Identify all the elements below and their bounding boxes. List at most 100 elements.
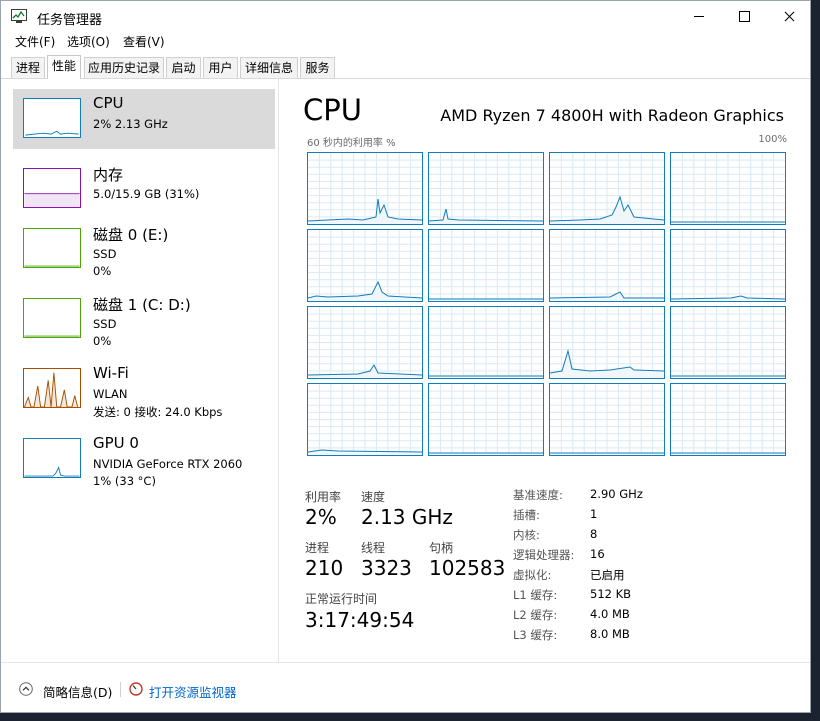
logical-processor-graph [670,229,786,302]
sidebar-detail: 1% (33 °C) [93,474,156,488]
spec-value: 2.90 GHz [590,487,643,501]
gpu-thumbnail-graph [23,438,81,478]
spec-value: 4.0 MB [590,607,630,621]
spec-value: 1 [590,507,598,521]
menu-file[interactable]: 文件(F) [15,33,55,51]
fewer-details-link[interactable]: 简略信息(D) [43,682,112,701]
logical-processor-graph [428,383,544,456]
tab-users[interactable]: 用户 [203,57,238,78]
task-manager-icon [11,9,27,23]
spec-value: 8 [590,527,598,541]
logical-processor-graph [549,152,665,225]
sidebar-item-cpu[interactable]: CPU 2% 2.13 GHz [13,89,275,149]
sidebar-title: Wi-Fi [93,364,129,382]
spec-value: 8.0 MB [590,627,630,641]
cpu-thumbnail-graph [23,98,81,138]
sidebar-item-disk-0[interactable]: 磁盘 0 (E:) SSD 0% [13,219,275,279]
tab-services[interactable]: 服务 [300,57,335,78]
graph-label: 60 秒内的利用率 % [307,138,396,149]
sidebar-title: CPU [93,94,124,112]
spec-value: 512 KB [590,587,632,601]
sidebar-item-memory[interactable]: 内存 5.0/15.9 GB (31%) [13,159,275,219]
wifi-thumbnail-graph [23,368,81,408]
uptime-value: 3:17:49:54 [305,608,415,632]
logical-processor-graph [428,306,544,379]
menu-view[interactable]: 查看(V) [123,33,165,51]
page-title: CPU [303,93,362,127]
spec-value: 16 [590,547,605,561]
sidebar-detail: 0% [93,334,112,348]
logical-processor-graph [428,152,544,225]
spec-label: 基准速度: [513,488,563,502]
logical-processor-graph [549,229,665,302]
logical-processor-graph [307,383,423,456]
logical-processor-graph [670,152,786,225]
processes-label: 进程 [305,541,330,555]
logical-processor-graph [428,229,544,302]
chevron-up-icon[interactable] [19,682,33,696]
sidebar-detail: 发送: 0 接收: 24.0 Kbps [93,405,223,419]
spec-label: 虚拟化: [513,568,552,582]
minimize-button[interactable] [677,1,721,33]
logical-processor-graph [307,152,423,225]
logical-processor-graph [549,306,665,379]
sidebar-detail: WLAN [93,387,128,401]
sidebar-detail: 5.0/15.9 GB (31%) [93,187,200,201]
handles-label: 句柄 [429,541,454,555]
sidebar-item-gpu[interactable]: GPU 0 NVIDIA GeForce RTX 2060 1% (33 °C) [13,429,275,489]
footer-bar: 简略信息(D) 打开资源监视器 [1,662,810,712]
spec-label: 内核: [513,528,540,542]
tab-details[interactable]: 详细信息 [240,57,298,78]
task-manager-window: 任务管理器 文件(F) 选项(O) 查看(V) 进程 性能 应用历史记录 启动 … [0,0,811,713]
tab-bar: 进程 性能 应用历史记录 启动 用户 详细信息 服务 [1,55,810,79]
sidebar-item-disk-1[interactable]: 磁盘 1 (C: D:) SSD 0% [13,289,275,349]
spec-label: 逻辑处理器: [513,548,575,562]
spec-value: 已启用 [590,568,625,582]
logical-processor-graph [670,306,786,379]
sidebar-detail: 0% [93,264,112,278]
memory-thumbnail-graph [23,168,81,208]
sidebar-title: 内存 [93,166,124,184]
threads-value: 3323 [361,556,412,580]
tab-startup[interactable]: 启动 [166,57,201,78]
uptime-label: 正常运行时间 [305,592,378,606]
disk-1-thumbnail-graph [23,298,81,338]
spec-label: L1 缓存: [513,588,558,602]
spec-label: 插槽: [513,508,540,522]
sidebar-title: GPU 0 [93,434,139,452]
logical-processor-graph [307,229,423,302]
title-bar[interactable]: 任务管理器 [1,1,810,33]
menu-options[interactable]: 选项(O) [67,33,110,51]
graph-max-label: 100% [758,134,787,145]
spec-label: L3 缓存: [513,628,558,642]
footer-separator [120,682,121,697]
spec-label: L2 缓存: [513,608,558,622]
handles-value: 102583 [429,556,506,580]
open-resource-monitor-link[interactable]: 打开资源监视器 [149,682,237,701]
window-title: 任务管理器 [37,13,103,28]
speed-label: 速度 [361,490,386,504]
cpu-detail-panel: CPU AMD Ryzen 7 4800H with Radeon Graphi… [279,81,810,662]
cpu-model-name: AMD Ryzen 7 4800H with Radeon Graphics [440,106,784,125]
logical-processor-graph [670,383,786,456]
sidebar-item-wifi[interactable]: Wi-Fi WLAN 发送: 0 接收: 24.0 Kbps [13,359,275,419]
menu-bar: 文件(F) 选项(O) 查看(V) [1,33,810,53]
logical-processor-graph [307,306,423,379]
tab-performance[interactable]: 性能 [47,55,81,79]
disk-0-thumbnail-graph [23,228,81,268]
resource-monitor-icon[interactable] [129,682,143,696]
sidebar-detail: SSD [93,247,117,261]
utilization-label: 利用率 [305,490,342,504]
sidebar-detail: NVIDIA GeForce RTX 2060 [93,457,243,471]
speed-value: 2.13 GHz [361,505,453,529]
utilization-value: 2% [305,505,337,529]
sidebar-detail: 2% 2.13 GHz [93,117,168,131]
tab-app-history[interactable]: 应用历史记录 [84,57,164,78]
processes-value: 210 [305,556,344,580]
close-button[interactable] [767,1,810,33]
maximize-button[interactable] [722,1,766,33]
sidebar-title: 磁盘 1 (C: D:) [93,296,191,314]
sidebar-detail: SSD [93,317,117,331]
logical-processor-graph [549,383,665,456]
tab-processes[interactable]: 进程 [11,57,45,78]
